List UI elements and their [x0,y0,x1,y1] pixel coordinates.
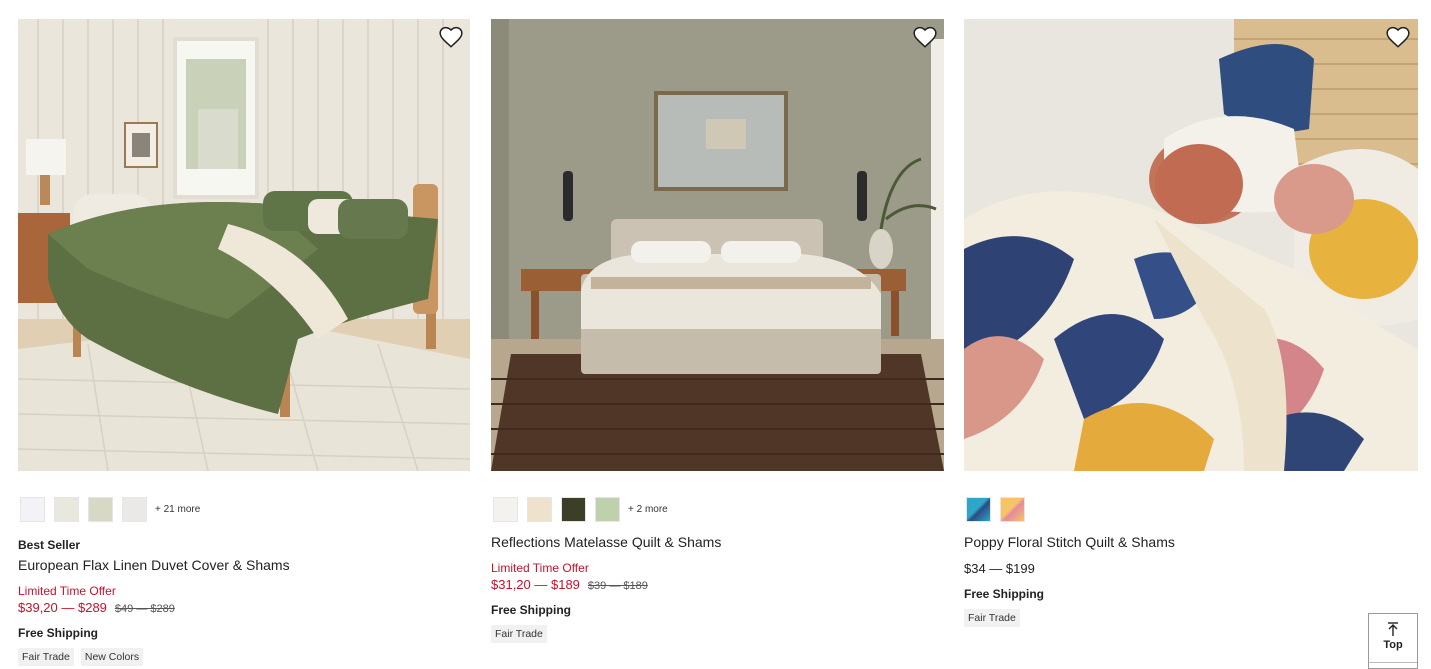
color-swatch[interactable] [54,496,79,522]
back-to-top-label: Top [1383,639,1403,651]
favorite-heart-icon[interactable] [1385,24,1411,50]
sale-price: $31,20 — $189 [491,577,580,592]
color-swatch[interactable] [527,496,552,522]
color-swatches: + 21 more [20,496,200,522]
tag-new-colors: New Colors [80,648,144,666]
product-image[interactable] [491,19,944,471]
color-swatch[interactable] [1000,496,1025,522]
favorite-heart-icon[interactable] [438,24,464,50]
color-swatches [966,496,1034,522]
back-to-top-button[interactable]: Top [1368,613,1418,669]
product-tags: Fair Trade [964,609,1027,627]
color-swatch[interactable] [122,496,147,522]
arrow-up-icon [1388,622,1398,636]
product-price: $34 — $199 [964,561,1035,576]
product-title[interactable]: European Flax Linen Duvet Cover & Shams [18,557,290,573]
more-colors-link[interactable]: + 2 more [628,504,668,515]
color-swatch[interactable] [493,496,518,522]
product-price: $39,20 — $289 $49 — $289 [18,600,175,615]
product-grid: + 21 more Best Seller European Flax Line… [0,0,1431,669]
product-title[interactable]: Reflections Matelasse Quilt & Shams [491,534,721,550]
tag-fair-trade: Fair Trade [491,625,547,643]
color-swatch[interactable] [966,496,991,522]
product-price: $31,20 — $189 $39 — $189 [491,577,648,592]
free-shipping-label: Free Shipping [964,587,1045,601]
product-tags: Fair Trade New Colors [18,648,150,666]
sale-price: $39,20 — $289 [18,600,107,615]
regular-price: $49 — $289 [114,603,175,615]
tag-fair-trade: Fair Trade [964,609,1020,627]
color-swatch[interactable] [595,496,620,522]
product-image[interactable] [964,19,1418,471]
product-title[interactable]: Poppy Floral Stitch Quilt & Shams [964,534,1175,550]
regular-price: $39 — $189 [587,580,648,592]
product-image[interactable] [18,19,470,471]
free-shipping-label: Free Shipping [18,626,99,640]
tag-fair-trade: Fair Trade [18,648,74,666]
limited-offer-label: Limited Time Offer [491,561,589,575]
color-swatch[interactable] [88,496,113,522]
color-swatch[interactable] [561,496,586,522]
product-tags: Fair Trade [491,625,554,643]
limited-offer-label: Limited Time Offer [18,584,116,598]
more-colors-link[interactable]: + 21 more [155,504,200,515]
color-swatches: + 2 more [493,496,668,522]
free-shipping-label: Free Shipping [491,603,572,617]
divider [1369,662,1417,663]
favorite-heart-icon[interactable] [912,24,938,50]
best-seller-badge: Best Seller [18,538,81,552]
color-swatch[interactable] [20,496,45,522]
